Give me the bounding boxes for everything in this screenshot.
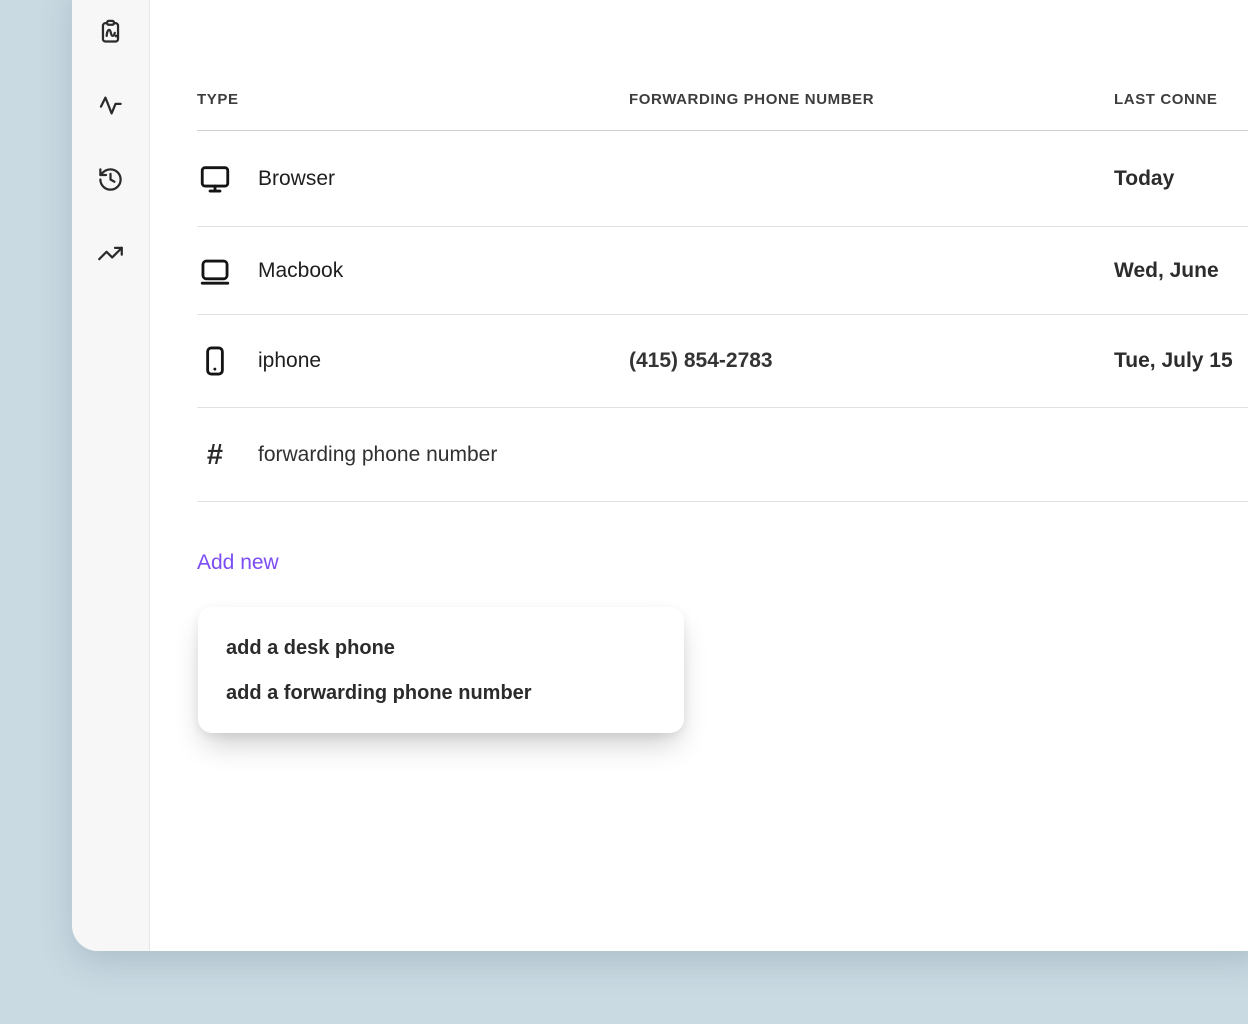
column-header-type: TYPE — [197, 91, 629, 108]
last-connected-value: Tue, July 15 — [1114, 349, 1248, 373]
table-row-macbook[interactable]: Macbook Wed, June — [197, 227, 1248, 315]
column-header-last-connected: LAST CONNE — [1114, 91, 1248, 108]
table-row-browser[interactable]: Browser Today — [197, 131, 1248, 227]
table-row-forwarding-number[interactable]: # forwarding phone number — [197, 408, 1248, 502]
monitor-icon — [197, 161, 233, 197]
hash-icon: # — [197, 437, 233, 473]
menu-item-add-desk-phone[interactable]: add a desk phone — [226, 626, 684, 671]
device-name: Browser — [258, 167, 335, 191]
table-header-row: TYPE FORWARDING PHONE NUMBER LAST CONNE — [197, 0, 1248, 131]
trending-up-icon[interactable] — [91, 233, 131, 273]
app-window: TYPE FORWARDING PHONE NUMBER LAST CONNE … — [72, 0, 1248, 951]
device-name: Macbook — [258, 259, 343, 283]
sidebar — [72, 0, 150, 951]
add-new-button[interactable]: Add new — [197, 548, 279, 578]
last-connected-value: Wed, June — [1114, 259, 1248, 283]
forwarding-number-label: forwarding phone number — [258, 443, 497, 467]
table-row-iphone[interactable]: iphone (415) 854-2783 Tue, July 15 — [197, 315, 1248, 408]
history-icon[interactable] — [91, 159, 131, 199]
add-new-menu: add a desk phone add a forwarding phone … — [198, 607, 684, 733]
activity-icon[interactable] — [91, 85, 131, 125]
last-connected-value: Today — [1114, 167, 1248, 191]
notes-ai-clipboard-icon[interactable] — [91, 11, 131, 51]
menu-item-add-forwarding-phone-number[interactable]: add a forwarding phone number — [226, 671, 684, 716]
smartphone-icon — [197, 343, 233, 379]
laptop-icon — [197, 253, 233, 289]
devices-panel: TYPE FORWARDING PHONE NUMBER LAST CONNE … — [150, 0, 1248, 951]
column-header-forwarding-phone-number: FORWARDING PHONE NUMBER — [629, 91, 1114, 108]
device-name: iphone — [258, 349, 321, 373]
forwarding-phone-value: (415) 854-2783 — [629, 349, 1114, 373]
